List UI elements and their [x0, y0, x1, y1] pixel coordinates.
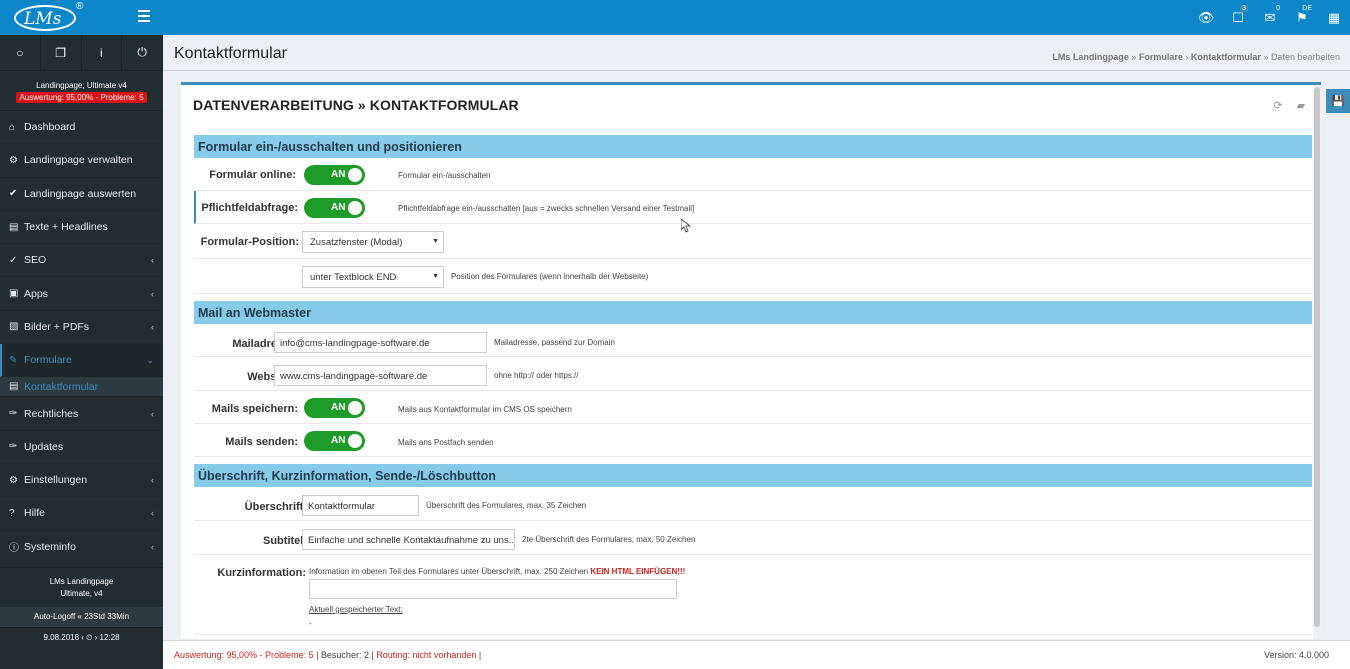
power-icon[interactable]: ⏻: [122, 35, 163, 70]
breadcrumb-item[interactable]: LMs Landingpage: [1052, 52, 1129, 62]
wrench-icon: ✑: [9, 408, 18, 420]
chevron-left-icon: ‹: [151, 288, 154, 299]
gears-icon: ⚙: [9, 474, 18, 486]
document-icon: ▤: [9, 381, 19, 393]
menu-toggle-icon[interactable]: [138, 10, 150, 24]
sidebar-item-updates[interactable]: ✑ Updates: [0, 431, 163, 464]
flag-icon[interactable]: ⚑ DE: [1286, 0, 1318, 35]
row-position2: unter Textblock END ▼ Position des Formul…: [194, 259, 1312, 294]
row-mailadresse: Mailadresse: info@cms-landingpage-softwa…: [194, 324, 1312, 357]
chevron-left-icon: ‹: [151, 508, 154, 519]
save-button[interactable]: 💾: [1326, 89, 1350, 113]
sidebar-item-hilfe[interactable]: ? Hilfe ‹: [0, 497, 163, 531]
check-circle-icon: ✔: [9, 188, 18, 200]
chevron-left-icon: ‹: [151, 475, 154, 486]
reload-icon[interactable]: ⟳: [1273, 99, 1282, 112]
info-icon[interactable]: i: [82, 35, 123, 70]
send-mails-toggle[interactable]: AN: [304, 431, 365, 451]
logo[interactable]: LMs ®: [14, 1, 86, 33]
chevron-left-icon: ‹: [151, 408, 154, 419]
edit-icon: ✎: [9, 354, 18, 366]
row-kurzinformation: Kurzinformation: Information im oberen T…: [194, 555, 1312, 635]
chevron-down-icon: ⌄: [146, 354, 154, 365]
save-mails-toggle[interactable]: AN: [304, 398, 365, 418]
online-toggle[interactable]: AN: [304, 165, 365, 185]
cubes-icon: ▣: [9, 288, 19, 300]
sidebar-item-kontaktformular[interactable]: ▤ Kontaktformular: [0, 377, 163, 398]
dropdown-arrow-icon: ▼: [432, 238, 439, 245]
sidebar-item-rechtliches[interactable]: ✑ Rechtliches ‹: [0, 397, 163, 431]
date-time: 9.08.2018 ‹ ⏲ › 12:28: [0, 627, 163, 647]
sidebar-item-landingpage-auswerten[interactable]: ✔ Landingpage auswerten: [0, 178, 163, 211]
chevron-left-icon: ‹: [151, 255, 154, 266]
question-icon: ?: [9, 507, 15, 519]
check-icon: ✓: [9, 254, 18, 266]
sidebar-item-seo[interactable]: ✓ SEO ‹: [0, 244, 163, 278]
site-info: Landingpage, Ultimate v4 Auswertung: 95,…: [0, 71, 163, 111]
breadcrumb: LMs Landingpage » Formulare › Kontaktfor…: [1052, 52, 1340, 62]
chevron-left-icon: ‹: [151, 321, 154, 332]
sidebar-item-formulare[interactable]: ✎ Formulare ⌄: [0, 344, 163, 378]
breadcrumb-current: Daten bearbeiten: [1270, 52, 1340, 62]
product-info: LMs Landingpage Ultimate, v4: [0, 567, 163, 607]
page-title: Kontaktformular: [174, 45, 287, 62]
copy-icon[interactable]: ❐: [41, 35, 82, 70]
position-select[interactable]: Zusatzfenster (Modal) ▼: [302, 231, 444, 253]
sidebar-item-landingpage-verwalten[interactable]: ⚙ Landingpage verwalten: [0, 144, 163, 178]
box-title: DATENVERARBEITUNG » KONTAKTFORMULAR: [193, 97, 519, 113]
sidebar-item-bilder[interactable]: ▧ Bilder + PDFs ‹: [0, 311, 163, 345]
eye-icon[interactable]: 👁: [1190, 0, 1222, 35]
section-header: Überschrift, Kurzinformation, Sende-/Lös…: [194, 464, 1312, 487]
row-position: Formular-Position: Zusatzfenster (Modal)…: [194, 224, 1312, 259]
auto-logoff[interactable]: Auto-Logoff « 23Std 33Min: [0, 607, 163, 627]
row-pflichtfeld: Pflichtfeldabfrage: AN Pflichtfeldabfrag…: [194, 191, 1312, 224]
subtitle-input[interactable]: Einfache und schnelle Kontaktaufnahme zu…: [302, 529, 515, 550]
floppy-icon: 💾: [1331, 95, 1345, 108]
scrollbar[interactable]: [1313, 85, 1321, 639]
wrench-icon: ✑: [9, 441, 18, 453]
chevron-left-icon: ‹: [151, 541, 154, 552]
section-header: Mail an Webmaster: [194, 301, 1312, 324]
document-icon: ▤: [9, 221, 19, 233]
image-icon: ▧: [9, 321, 19, 333]
footer: Auswertung: 95,00% - Probleme: 5 | Besuc…: [163, 640, 1350, 669]
sidebar-item-texte[interactable]: ▤ Texte + Headlines: [0, 211, 163, 245]
mail-icon[interactable]: ✉ 0: [1254, 0, 1286, 35]
sidebar-item-einstellungen[interactable]: ⚙ Einstellungen ‹: [0, 464, 163, 498]
row-ueberschrift: Überschrift: Kontaktformular Überschrift…: [194, 487, 1312, 521]
form-box: DATENVERARBEITUNG » KONTAKTFORMULAR ⟳ ▰ …: [181, 82, 1321, 639]
warning-badge: Auswertung: 95,00% - Probleme: 5: [16, 92, 147, 103]
tasks-icon[interactable]: ☐ 3: [1222, 0, 1254, 35]
info-icon: ⓘ: [9, 543, 19, 555]
row-mails-speichern: Mails speichern: AN Mails aus Kontaktfor…: [194, 391, 1312, 424]
section-header: Formular ein-/ausschalten und positionie…: [194, 135, 1312, 158]
sidebar-item-dashboard[interactable]: ⌂ Dashboard: [0, 111, 163, 145]
breadcrumb-item[interactable]: Kontaktformular: [1191, 52, 1261, 62]
sidebar-item-apps[interactable]: ▣ Apps ‹: [0, 277, 163, 311]
home-icon: ⌂: [9, 121, 16, 133]
row-subtitel: Subtitel: Einfache und schnelle Kontakta…: [194, 521, 1312, 555]
refresh-icon[interactable]: ○: [0, 35, 41, 70]
mail-input[interactable]: info@cms-landingpage-software.de: [274, 332, 487, 353]
breadcrumb-item[interactable]: Formulare: [1139, 52, 1183, 62]
row-formular-online: Formular online: AN Formular ein-/aussch…: [194, 158, 1312, 191]
book-icon[interactable]: ▰: [1297, 99, 1305, 112]
row-mails-senden: Mails senden: AN Mails ans Postfach send…: [194, 424, 1312, 457]
sidebar: ○ ❐ i ⏻ Landingpage, Ultimate v4 Auswert…: [0, 35, 163, 669]
gear-icon: ⚙: [9, 154, 18, 166]
version: Version: 4.0.000: [1263, 650, 1329, 660]
kurzinfo-input[interactable]: [309, 579, 677, 599]
pflicht-toggle[interactable]: AN: [304, 198, 365, 218]
position-detail-select[interactable]: unter Textblock END ▼: [302, 266, 444, 288]
dropdown-arrow-icon: ▼: [432, 273, 439, 280]
top-bar: LMs ® 👁 ☐ 3 ✉ 0 ⚑ DE ▦: [0, 0, 1350, 35]
website-input[interactable]: www.cms-landingpage-software.de: [274, 365, 487, 386]
mouse-cursor-icon: [681, 219, 691, 233]
headline-input[interactable]: Kontaktformular: [302, 495, 419, 516]
apps-grid-icon[interactable]: ▦: [1318, 0, 1350, 35]
sidebar-item-systeminfo[interactable]: ⓘ Systeminfo ‹: [0, 531, 163, 564]
row-webseite: Webseite: www.cms-landingpage-software.d…: [194, 357, 1312, 391]
